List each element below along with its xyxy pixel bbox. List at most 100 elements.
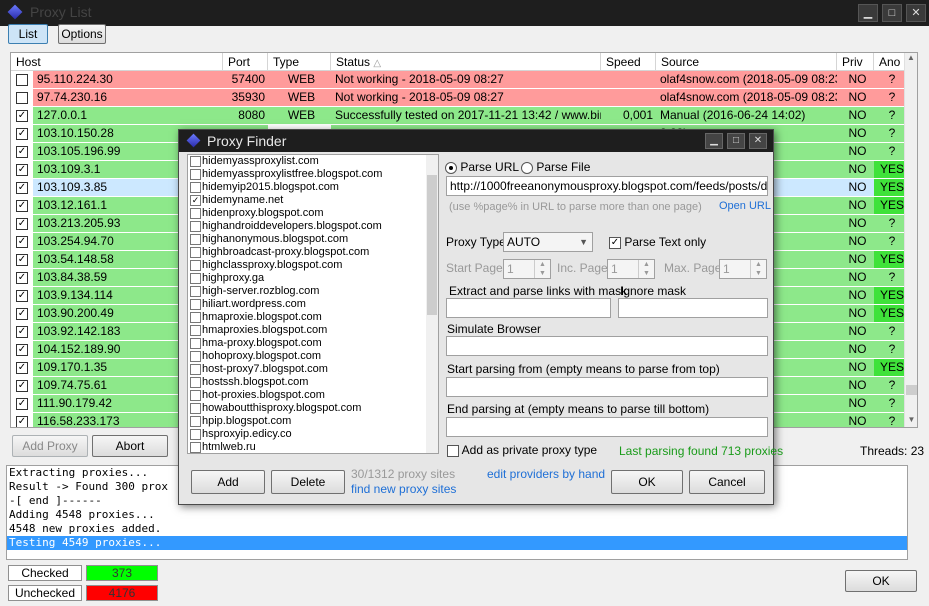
- column-header-source[interactable]: Source: [656, 53, 837, 71]
- row-checkbox[interactable]: [16, 92, 28, 104]
- end-parsing-input[interactable]: [446, 417, 768, 437]
- row-checkbox[interactable]: ✓: [16, 362, 28, 374]
- row-checkbox[interactable]: ✓: [16, 254, 28, 266]
- scroll-down-icon[interactable]: ▼: [905, 415, 917, 427]
- table-row[interactable]: 97.74.230.16 35930 WEB Not working - 2018-0…: [11, 89, 906, 107]
- list-item[interactable]: hidemyassproxylistfree.blogspot.com: [188, 168, 438, 181]
- scroll-thumb[interactable]: [906, 385, 917, 395]
- dialog-close-icon[interactable]: ✕: [749, 133, 767, 149]
- simulate-browser-input[interactable]: [446, 336, 768, 356]
- list-tab-button[interactable]: List: [8, 24, 48, 44]
- row-checkbox[interactable]: ✓: [16, 128, 28, 140]
- list-item[interactable]: htmlweb.ru: [188, 441, 438, 453]
- site-checkbox[interactable]: [190, 442, 201, 453]
- scroll-up-icon[interactable]: ▲: [905, 53, 917, 67]
- parse-file-radio[interactable]: Parse File: [521, 160, 590, 174]
- proxy-type-select[interactable]: AUTO ▼: [503, 232, 593, 252]
- column-header-status[interactable]: Status △: [331, 53, 601, 71]
- grid-vertical-scrollbar[interactable]: ▲ ▼: [904, 53, 917, 427]
- site-checkbox[interactable]: [190, 299, 201, 310]
- site-checkbox[interactable]: [190, 390, 201, 401]
- dialog-cancel-button[interactable]: Cancel: [689, 470, 765, 494]
- site-checkbox[interactable]: [190, 247, 201, 258]
- options-tab-button[interactable]: Options: [58, 24, 106, 44]
- list-item[interactable]: hmaproxies.blogspot.com: [188, 324, 438, 337]
- row-checkbox[interactable]: ✓: [16, 110, 28, 122]
- main-ok-button[interactable]: OK: [845, 570, 917, 592]
- list-item[interactable]: highbroadcast-proxy.blogspot.com: [188, 246, 438, 259]
- row-checkbox[interactable]: ✓: [16, 308, 28, 320]
- list-item[interactable]: hma-proxy.blogspot.com: [188, 337, 438, 350]
- site-checkbox[interactable]: [190, 377, 201, 388]
- inc-page-spinner-icon[interactable]: ▲ ▼: [638, 260, 654, 278]
- list-item[interactable]: high-server.rozblog.com: [188, 285, 438, 298]
- list-item[interactable]: highproxy.ga: [188, 272, 438, 285]
- minimize-icon[interactable]: ▁: [858, 4, 878, 22]
- max-page-input[interactable]: 1 ▲ ▼: [719, 259, 767, 279]
- site-checkbox[interactable]: [190, 286, 201, 297]
- site-checkbox[interactable]: [190, 221, 201, 232]
- list-item[interactable]: highclassproxy.blogspot.com: [188, 259, 438, 272]
- dialog-ok-button[interactable]: OK: [611, 470, 683, 494]
- proxy-sites-list[interactable]: hidemyassproxylist.com hidemyassproxylist…: [187, 154, 439, 454]
- site-checkbox[interactable]: [190, 429, 201, 440]
- start-parsing-input[interactable]: [446, 377, 768, 397]
- dialog-title-bar[interactable]: Proxy Finder ▁ □ ✕: [179, 130, 773, 152]
- column-header-priv[interactable]: Priv: [837, 53, 874, 71]
- edit-providers-link[interactable]: edit providers by hand: [487, 467, 605, 481]
- row-checkbox[interactable]: ✓: [16, 146, 28, 158]
- site-checkbox[interactable]: [190, 416, 201, 427]
- sites-list-scrollbar[interactable]: [426, 155, 438, 453]
- column-header-type[interactable]: Type: [268, 53, 331, 71]
- row-checkbox[interactable]: ✓: [16, 344, 28, 356]
- site-checkbox[interactable]: [190, 312, 201, 323]
- site-checkbox[interactable]: [190, 351, 201, 362]
- ignore-mask-input[interactable]: [618, 298, 768, 318]
- abort-button[interactable]: Abort: [92, 435, 168, 457]
- add-site-button[interactable]: Add: [191, 470, 265, 494]
- open-url-link[interactable]: Open URL: [719, 200, 771, 212]
- list-item[interactable]: hmaproxie.blogspot.com: [188, 311, 438, 324]
- site-checkbox[interactable]: [190, 273, 201, 284]
- row-checkbox[interactable]: ✓: [16, 290, 28, 302]
- list-item[interactable]: hidenproxy.blogspot.com: [188, 207, 438, 220]
- site-checkbox[interactable]: [190, 364, 201, 375]
- table-row[interactable]: 95.110.224.30 57400 WEB Not working - 2018-…: [11, 71, 906, 89]
- list-item[interactable]: howaboutthisproxy.blogspot.com: [188, 402, 438, 415]
- column-header-speed[interactable]: Speed: [601, 53, 656, 71]
- inc-page-input[interactable]: 1 ▲ ▼: [607, 259, 655, 279]
- row-checkbox[interactable]: ✓: [16, 236, 28, 248]
- dialog-maximize-icon[interactable]: □: [727, 133, 745, 149]
- sites-scroll-thumb[interactable]: [427, 175, 437, 315]
- row-checkbox[interactable]: ✓: [16, 164, 28, 176]
- row-checkbox[interactable]: ✓: [16, 416, 28, 427]
- extract-mask-input[interactable]: [446, 298, 611, 318]
- row-checkbox[interactable]: ✓: [16, 380, 28, 392]
- max-page-spinner-icon[interactable]: ▲ ▼: [750, 260, 766, 278]
- parse-url-radio[interactable]: Parse URL: [445, 160, 519, 174]
- dialog-minimize-icon[interactable]: ▁: [705, 133, 723, 149]
- site-checkbox[interactable]: [190, 403, 201, 414]
- add-proxy-button[interactable]: Add Proxy: [12, 435, 88, 457]
- row-checkbox[interactable]: ✓: [16, 200, 28, 212]
- site-checkbox[interactable]: [190, 208, 201, 219]
- column-header-port[interactable]: Port: [223, 53, 268, 71]
- start-page-spinner-icon[interactable]: ▲ ▼: [534, 260, 550, 278]
- find-new-sites-link[interactable]: find new proxy sites: [351, 482, 456, 496]
- start-page-input[interactable]: 1 ▲ ▼: [503, 259, 551, 279]
- site-checkbox[interactable]: [190, 234, 201, 245]
- site-checkbox[interactable]: [190, 169, 201, 180]
- site-checkbox[interactable]: [190, 182, 201, 193]
- row-checkbox[interactable]: ✓: [16, 326, 28, 338]
- column-header-host[interactable]: Host: [11, 53, 223, 71]
- list-item[interactable]: hiliart.wordpress.com: [188, 298, 438, 311]
- row-checkbox[interactable]: [16, 74, 28, 86]
- list-item[interactable]: hsproxyip.edicy.co: [188, 428, 438, 441]
- table-row[interactable]: ✓ 127.0.0.1 8080 WEB Successfully tested on …: [11, 107, 906, 125]
- delete-site-button[interactable]: Delete: [271, 470, 345, 494]
- list-item[interactable]: highanonymous.blogspot.com: [188, 233, 438, 246]
- row-checkbox[interactable]: ✓: [16, 218, 28, 230]
- maximize-icon[interactable]: □: [882, 4, 902, 22]
- list-item[interactable]: highandroiddevelopers.blogspot.com: [188, 220, 438, 233]
- site-checkbox[interactable]: ✓: [190, 195, 201, 206]
